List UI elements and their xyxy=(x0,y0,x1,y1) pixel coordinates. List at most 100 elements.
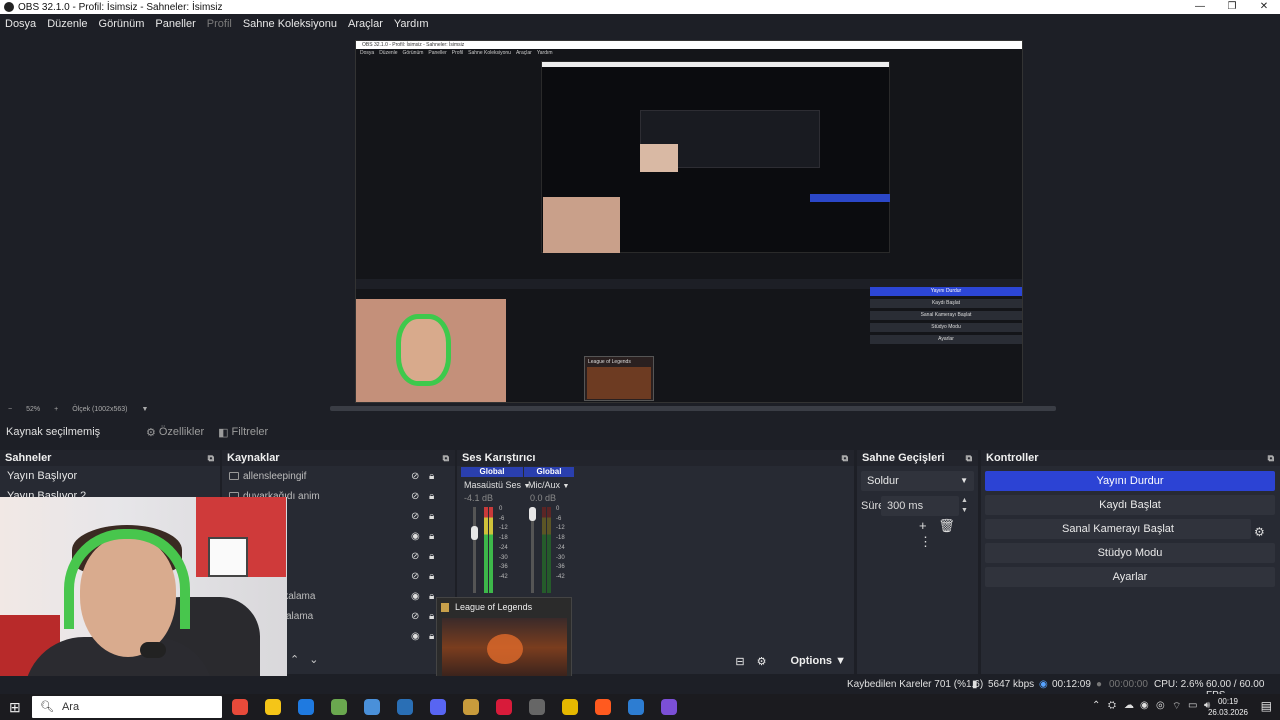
eye-off-icon[interactable]: ⊘ xyxy=(411,611,419,622)
undock-icon[interactable]: ⧉ xyxy=(208,453,214,464)
db-scale: 0 -6 -12 -18 -24 -30 -36 -42 xyxy=(556,505,565,583)
lock-icon[interactable]: 🔒︎ xyxy=(429,511,434,522)
gear-icon[interactable]: ⚙ xyxy=(1254,525,1265,539)
channel-header: Global xyxy=(524,467,574,477)
lock-icon[interactable]: 🔒︎ xyxy=(429,571,434,582)
close-icon[interactable]: ✕ xyxy=(1248,0,1280,14)
trash-icon[interactable]: 🗑 xyxy=(938,518,955,533)
move-up-icon[interactable]: ⌃ xyxy=(290,653,299,666)
eye-off-icon[interactable]: ⊘ xyxy=(411,471,419,482)
zoom-in-icon[interactable]: + xyxy=(54,406,58,413)
app-icon[interactable] xyxy=(595,699,611,715)
eye-off-icon[interactable]: ⊘ xyxy=(411,491,419,502)
scale-label[interactable]: Ölçek (1002x563) xyxy=(72,406,127,413)
eye-icon[interactable]: ◉ xyxy=(411,591,420,602)
discord-tray-icon[interactable]: ◉ xyxy=(1140,700,1149,711)
volume-slider[interactable] xyxy=(473,507,476,593)
wifi-icon[interactable]: ⌔ xyxy=(1172,700,1181,713)
channel-name[interactable]: Masaüstü Ses ▼ xyxy=(464,480,530,490)
move-down-icon[interactable]: ⌄ xyxy=(309,653,318,666)
lock-icon[interactable]: 🔒︎ xyxy=(429,631,434,642)
zoom-out-icon[interactable]: − xyxy=(8,406,12,413)
settings-button[interactable]: Ayarlar xyxy=(985,567,1275,587)
filters-button[interactable]: ◧ Filtreler xyxy=(218,426,268,439)
stream-time: 00:12:09 xyxy=(1052,679,1091,690)
network-status-icon[interactable]: ⛭ xyxy=(1108,700,1116,711)
volume-knob[interactable] xyxy=(529,507,536,521)
layout-toggle-icon[interactable]: ⊟ xyxy=(735,655,744,668)
window-thumbnail[interactable] xyxy=(442,618,567,684)
filter-icon: ◧ xyxy=(218,426,229,439)
source-type-icon xyxy=(229,472,239,480)
display-icon[interactable]: ▭ xyxy=(1188,700,1197,711)
windows-start-icon[interactable]: ⊞ xyxy=(9,699,21,716)
minimize-icon[interactable]: — xyxy=(1184,0,1216,14)
add-transition-icon[interactable]: + xyxy=(919,518,927,533)
undock-icon[interactable]: ⧉ xyxy=(966,453,972,464)
brave-icon[interactable] xyxy=(628,699,644,715)
undock-icon[interactable]: ⧉ xyxy=(1268,453,1274,464)
lock-icon[interactable]: 🔒︎ xyxy=(429,551,434,562)
db-tick-label: -30 xyxy=(499,554,508,561)
stop-stream-button[interactable]: Yayını Durdur xyxy=(985,471,1275,491)
file-explorer-icon[interactable] xyxy=(298,699,314,715)
app-icon[interactable] xyxy=(364,699,380,715)
league-client-icon[interactable] xyxy=(496,699,512,715)
menu-paneller[interactable]: Paneller xyxy=(155,18,195,30)
transition-select[interactable]: Soldur ▼ xyxy=(861,471,974,491)
tray-overflow-icon[interactable]: ⌃ xyxy=(1092,700,1100,711)
scale-dropdown-icon[interactable]: ▼ xyxy=(141,406,148,413)
lock-icon[interactable]: 🔒︎ xyxy=(429,491,434,502)
windows-taskbar: ⊞ 🔍︎ Ara ⌃ ⛭ ☁ ◉ ◎ ⌔ ▭ 🔊︎ 00:19 26.03.2026… xyxy=(0,694,1280,720)
taskbar-search[interactable]: 🔍︎ Ara xyxy=(32,696,222,718)
start-virtualcam-button[interactable]: Sanal Kamerayı Başlat xyxy=(985,519,1251,539)
app-icon[interactable] xyxy=(397,699,413,715)
restore-icon[interactable]: ❐ xyxy=(1216,0,1248,14)
nested-stop-stream: Yayını Durdur xyxy=(870,287,1022,296)
volume-knob[interactable] xyxy=(471,526,478,540)
eye-off-icon[interactable]: ⊘ xyxy=(411,511,419,522)
lock-icon[interactable]: 🔒︎ xyxy=(429,591,434,602)
app-icon[interactable] xyxy=(661,699,677,715)
eye-icon[interactable]: ◉ xyxy=(411,631,420,642)
onedrive-icon[interactable]: ☁ xyxy=(1124,700,1134,711)
channel-name[interactable]: Mic/Aux ▼ xyxy=(528,480,569,490)
duration-spinner[interactable]: ▲ ▼ xyxy=(961,496,968,516)
scene-item[interactable]: Yayın Başlıyor xyxy=(0,466,220,486)
eye-icon[interactable]: ◉ xyxy=(411,531,420,542)
undock-icon[interactable]: ⧉ xyxy=(842,453,848,464)
eye-off-icon[interactable]: ⊘ xyxy=(411,571,419,582)
steam-tray-icon[interactable]: ◎ xyxy=(1156,700,1165,711)
chrome-icon[interactable] xyxy=(265,699,281,715)
lock-icon[interactable]: 🔒︎ xyxy=(429,611,434,622)
undock-icon[interactable]: ⧉ xyxy=(443,453,449,464)
duration-input[interactable]: 300 ms xyxy=(881,496,959,516)
eye-off-icon[interactable]: ⊘ xyxy=(411,551,419,562)
riot-icon[interactable] xyxy=(529,699,545,715)
menu-sahne-koleksiyonu[interactable]: Sahne Koleksiyonu xyxy=(243,18,337,30)
outlook-icon[interactable] xyxy=(331,699,347,715)
db-tick-label: -36 xyxy=(556,564,565,571)
properties-button[interactable]: ⚙ Özellikler xyxy=(146,426,204,439)
more-options-icon[interactable]: ⋮ xyxy=(919,534,932,549)
studio-mode-button[interactable]: Stüdyo Modu xyxy=(985,543,1275,563)
advanced-audio-icon[interactable]: ⚙ xyxy=(757,655,767,668)
menu-yardim[interactable]: Yardım xyxy=(394,18,429,30)
lock-icon[interactable]: 🔒︎ xyxy=(429,531,434,542)
options-button[interactable]: Options ▼ xyxy=(778,655,846,667)
preview-canvas[interactable]: OBS 32.1.0 - Profil: İsimsiz - Sahneler:… xyxy=(0,34,1280,411)
source-row[interactable]: allensleepingif ⊘ 🔒︎ xyxy=(222,466,455,486)
task-view-icon[interactable] xyxy=(232,699,248,715)
discord-icon[interactable] xyxy=(463,699,479,715)
taskbar-clock[interactable]: 00:19 26.03.2026 xyxy=(1208,696,1248,718)
menu-dosya[interactable]: Dosya xyxy=(5,18,36,30)
start-record-button[interactable]: Kaydı Başlat xyxy=(985,495,1275,515)
lock-icon[interactable]: 🔒︎ xyxy=(429,471,434,482)
steam-icon[interactable] xyxy=(430,699,446,715)
chevron-down-icon: ▼ xyxy=(960,476,968,485)
menu-araclar[interactable]: Araçlar xyxy=(348,18,383,30)
menu-duzenle[interactable]: Düzenle xyxy=(47,18,87,30)
notification-icon[interactable]: ▤ xyxy=(1261,699,1272,713)
menu-gorunum[interactable]: Görünüm xyxy=(99,18,145,30)
obs-icon[interactable] xyxy=(562,699,578,715)
